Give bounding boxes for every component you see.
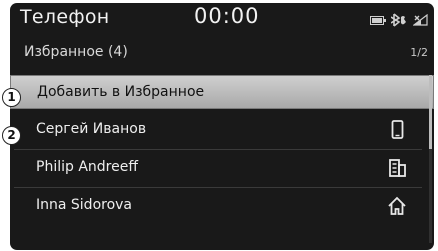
favorites-title: Избранное (4) — [24, 44, 128, 60]
bluetooth-phone-icon — [391, 13, 408, 27]
divider — [14, 187, 422, 188]
scrollbar[interactable] — [429, 75, 432, 243]
list-item-label: Сергей Иванов — [36, 121, 147, 137]
status-bar: Телефон 00:00 — [10, 3, 434, 36]
scrollbar-thumb[interactable] — [429, 75, 432, 149]
list-item[interactable]: Philip Andreeff — [10, 151, 434, 188]
app-title: Телефон — [20, 6, 110, 28]
status-icons — [370, 13, 428, 27]
list-item[interactable]: Сергей Иванов — [10, 113, 434, 150]
add-to-favorites-button[interactable]: Добавить в Избранное — [10, 75, 434, 109]
favorites-header: Избранное (4) 1/2 — [10, 39, 434, 69]
list-item-label: Inna Sidorova — [36, 197, 133, 213]
divider — [14, 149, 422, 150]
mobile-phone-icon — [386, 119, 408, 141]
home-icon — [386, 195, 408, 217]
office-phone-icon — [386, 157, 408, 179]
signal-strength-icon — [413, 14, 428, 26]
page-indicator: 1/2 — [410, 46, 428, 59]
list-item-label: Philip Andreeff — [36, 159, 138, 175]
phone-screen: Телефон 00:00 Избранное (4) 1/2 Добавить… — [10, 3, 434, 250]
list-item[interactable]: Inna Sidorova — [10, 189, 434, 223]
list-item-label: Добавить в Избранное — [37, 84, 205, 100]
callout-marker-2: 2 — [2, 126, 21, 145]
battery-icon — [370, 15, 386, 25]
callout-marker-1: 1 — [2, 88, 21, 107]
clock: 00:00 — [194, 4, 260, 28]
